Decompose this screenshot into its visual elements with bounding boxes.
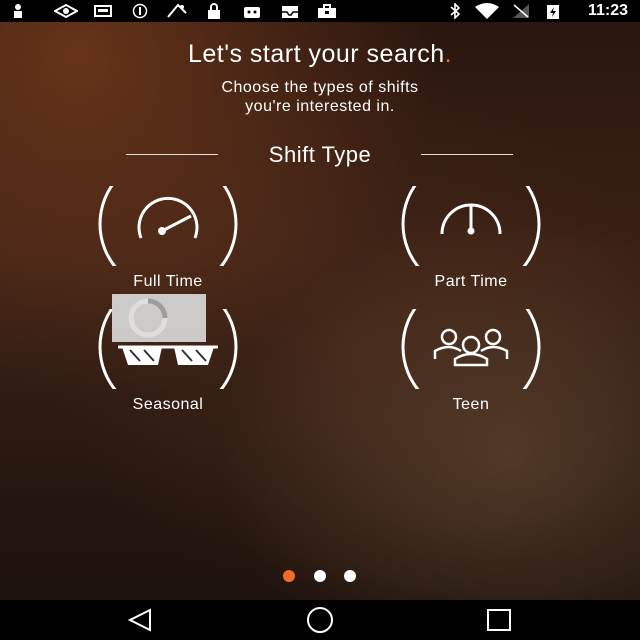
page-subtitle: Choose the types of shifts you're intere… [0, 78, 640, 116]
option-part-time-label: Part Time [434, 273, 508, 290]
no-signal-icon [513, 4, 529, 18]
page-title: Let's start your search. [0, 40, 640, 69]
status-time: 11:23 [587, 2, 628, 19]
android-icon [244, 7, 260, 18]
pager-dot-2[interactable] [313, 569, 327, 583]
fps-icon [167, 3, 187, 18]
eye-icon [54, 3, 78, 19]
inbox-icon [282, 6, 298, 18]
info-icon [132, 3, 148, 19]
option-teen-label: Teen [452, 396, 490, 413]
storage-icon [94, 5, 112, 17]
recents-icon[interactable] [470, 600, 530, 640]
navigation-bar [0, 600, 640, 640]
person-icon [14, 4, 22, 18]
spinner-icon [128, 298, 168, 338]
subtitle-line-1: Choose the types of shifts [221, 79, 419, 96]
pager-dot-3[interactable] [343, 569, 357, 583]
subtitle-line-2: you're interested in. [245, 98, 395, 115]
briefcase-icon [318, 4, 336, 18]
loading-spinner [112, 294, 206, 342]
speedometer-icon [98, 186, 238, 266]
option-full-time-label: Full Time [133, 273, 203, 290]
group-icon [401, 309, 541, 389]
back-icon[interactable] [110, 600, 170, 640]
bluetooth-icon [450, 3, 461, 19]
section-title: Shift Type [268, 142, 372, 167]
option-teen[interactable]: Teen [391, 309, 551, 449]
wifi-icon [475, 3, 499, 19]
pager-dot-1[interactable] [282, 569, 296, 583]
title-text: Let's start your search [187, 40, 445, 68]
home-icon[interactable] [290, 600, 350, 640]
status-bar: 11:23 [0, 0, 640, 22]
battery-charging-icon [547, 5, 559, 19]
option-seasonal-label: Seasonal [132, 396, 204, 413]
gauge-icon [401, 186, 541, 266]
title-dot: . [444, 40, 453, 68]
option-part-time[interactable]: Part Time [391, 186, 551, 326]
lock-icon [208, 3, 220, 19]
